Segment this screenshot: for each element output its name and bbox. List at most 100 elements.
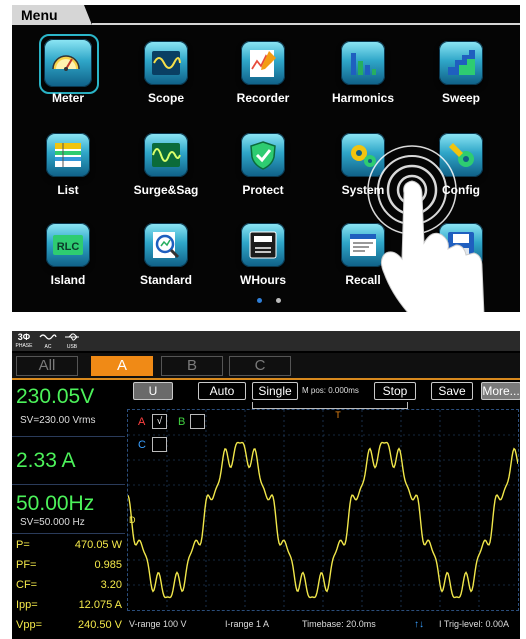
- app-label: System: [341, 183, 385, 197]
- sweep-steps-icon: [448, 50, 475, 75]
- channel-offset-marker[interactable]: D: [129, 515, 136, 525]
- readings-panel: 230.05V SV=230.00 Vrms 2.33 A 50.00Hz SV…: [12, 380, 125, 639]
- frequency-reading: 50.00Hz: [16, 492, 95, 515]
- app-label: List: [57, 183, 79, 197]
- menu-title-tab: Menu: [12, 5, 92, 25]
- harmonics-bars-icon: [351, 53, 376, 75]
- tab-phase-b[interactable]: B: [161, 356, 223, 376]
- app-meter[interactable]: Meter: [22, 34, 114, 113]
- ac-wave-icon: AC: [38, 333, 58, 350]
- app-label: Scope: [147, 91, 184, 105]
- magnifier-chart-icon: [153, 232, 180, 259]
- page-dot-1[interactable]: [257, 298, 262, 303]
- i-range-readout[interactable]: I-range 1 A: [225, 619, 269, 629]
- surge-sag-wave-icon: [152, 143, 181, 167]
- app-label: Surge&Sag: [133, 183, 199, 197]
- app-surge-sag[interactable]: Surge&Sag: [120, 129, 212, 205]
- recall-document-icon: [350, 234, 376, 256]
- gears-icon: [351, 145, 376, 167]
- list-table-icon: [55, 143, 81, 167]
- app-save[interactable]: Save: [415, 219, 507, 295]
- three-phase-icon: 3Φ PHASE: [15, 332, 33, 350]
- app-scope[interactable]: Scope: [120, 37, 212, 113]
- channel-c-label: C: [138, 439, 146, 451]
- usb-icon: USB: [62, 333, 82, 350]
- channel-selector: A √ B C: [132, 412, 232, 452]
- channel-a-label: A: [138, 416, 146, 428]
- waveform-display[interactable]: T D A √ B C: [127, 409, 519, 611]
- divider: [12, 436, 125, 437]
- tab-phase-a[interactable]: A: [91, 356, 153, 376]
- app-label: Sweep: [441, 91, 480, 105]
- trigger-edge-icon[interactable]: ↑↓: [414, 619, 424, 630]
- param-power-factor: PF= 0.985: [16, 559, 122, 571]
- frequency-setvalue: SV=50.000 Hz: [20, 517, 85, 528]
- app-label: Recorder: [236, 91, 290, 105]
- wrench-gear-icon: [449, 143, 474, 167]
- scope-settings-bar: V-range 100 V I-range 1 A Timebase: 20.0…: [127, 617, 520, 633]
- param-crest-factor: CF= 3.20: [16, 579, 122, 591]
- app-system[interactable]: System: [317, 129, 409, 205]
- app-recall[interactable]: Recall: [317, 219, 409, 295]
- energy-meter-icon: [249, 231, 277, 259]
- param-ipp: Ipp= 12.075 A: [16, 599, 122, 611]
- app-label: Meter: [51, 91, 84, 105]
- auto-button[interactable]: Auto: [198, 382, 246, 400]
- page-dot-2[interactable]: [276, 298, 281, 303]
- trigger-position-marker[interactable]: T: [335, 410, 341, 420]
- app-label: WHours: [240, 273, 286, 287]
- save-button[interactable]: Save: [431, 382, 473, 400]
- channel-b-label: B: [178, 416, 186, 428]
- divider: [12, 484, 125, 485]
- app-standard[interactable]: Standard: [120, 219, 212, 295]
- voltage-reading: 230.05V: [16, 385, 95, 408]
- app-label: Standard: [139, 273, 192, 287]
- app-label: Island: [50, 273, 86, 287]
- status-bar: 3Φ PHASE AC USB: [12, 331, 520, 351]
- meter-gauge-icon: [52, 55, 80, 71]
- app-label: Save: [446, 273, 476, 287]
- menu-title: Menu: [21, 7, 58, 23]
- channel-a-checkbox[interactable]: √: [152, 414, 167, 429]
- channel-c-checkbox[interactable]: [152, 437, 167, 452]
- stop-button[interactable]: Stop: [374, 382, 416, 400]
- app-protect[interactable]: Protect: [217, 129, 309, 205]
- timebase-readout[interactable]: Timebase: 20.0ms: [302, 619, 376, 629]
- tab-phase-c[interactable]: C: [229, 356, 291, 376]
- m-pos-readout: M pos: 0.000ms: [302, 386, 359, 395]
- phase-tabs: All A B C: [12, 353, 520, 380]
- u-button[interactable]: U: [133, 382, 173, 400]
- rlc-icon: RLC: [53, 235, 83, 255]
- scope-screen: 3Φ PHASE AC USB All A B C 230.05V SV=230…: [12, 331, 520, 639]
- app-harmonics[interactable]: Harmonics: [317, 37, 409, 113]
- v-range-readout[interactable]: V-range 100 V: [129, 619, 187, 629]
- app-label: Protect: [242, 183, 284, 197]
- app-sweep[interactable]: Sweep: [415, 37, 507, 113]
- tab-all[interactable]: All: [16, 356, 78, 376]
- voltage-setvalue: SV=230.00 Vrms: [20, 415, 96, 426]
- current-reading: 2.33 A: [16, 449, 76, 472]
- trigger-level-readout[interactable]: I Trig-level: 0.00A: [439, 619, 509, 629]
- param-power: P= 470.05 W: [16, 539, 122, 551]
- menu-divider: [92, 23, 520, 25]
- app-recorder[interactable]: Recorder: [217, 37, 309, 113]
- shield-check-icon: [250, 141, 276, 170]
- app-label: Config: [442, 183, 480, 197]
- app-label: Harmonics: [331, 91, 395, 105]
- param-vpp: Vpp= 240.50 V: [16, 619, 122, 631]
- trigger-position-bar[interactable]: [252, 402, 408, 409]
- recorder-chart-icon: [250, 50, 276, 77]
- page-indicator: [252, 298, 292, 306]
- app-list[interactable]: List: [22, 129, 114, 205]
- svg-text:RLC: RLC: [57, 241, 80, 253]
- more-button[interactable]: More...: [481, 382, 520, 400]
- scope-wave-icon: [152, 51, 181, 75]
- divider: [12, 533, 125, 534]
- app-config[interactable]: Config: [415, 129, 507, 205]
- channel-b-checkbox[interactable]: [190, 414, 205, 429]
- app-label: Recall: [345, 273, 381, 287]
- menu-screen: Menu Meter Scope Recorder Harmonics Sweep Lis…: [12, 5, 520, 312]
- app-whours[interactable]: WHours: [217, 219, 309, 295]
- app-island[interactable]: RLC Island: [22, 219, 114, 295]
- single-button[interactable]: Single: [252, 382, 298, 400]
